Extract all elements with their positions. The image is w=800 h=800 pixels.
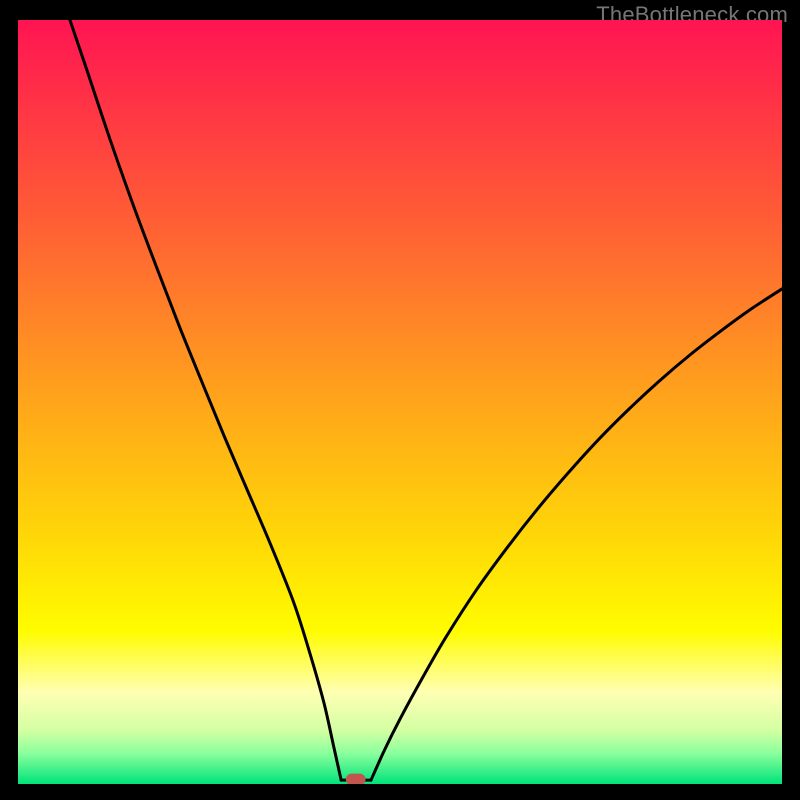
gradient-background (18, 20, 782, 784)
chart-frame (18, 20, 782, 784)
chart-svg (18, 20, 782, 784)
trough-marker (346, 774, 366, 784)
